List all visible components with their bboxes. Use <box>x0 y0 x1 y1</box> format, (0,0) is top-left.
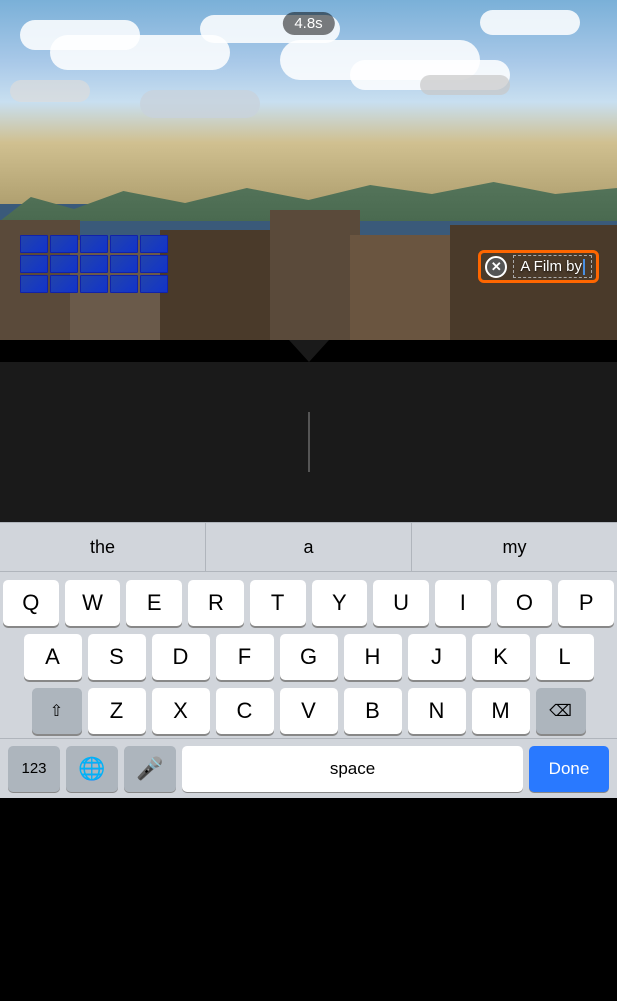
done-key[interactable]: Done <box>529 746 609 792</box>
key-s[interactable]: S <box>88 634 146 680</box>
numbers-key[interactable]: 123 <box>8 746 60 792</box>
autocomplete-my[interactable]: my <box>412 523 617 571</box>
key-c[interactable]: C <box>216 688 274 734</box>
key-w[interactable]: W <box>65 580 121 626</box>
globe-key[interactable]: 🌐 <box>66 746 118 792</box>
key-z[interactable]: Z <box>88 688 146 734</box>
mic-key[interactable]: 🎤 <box>124 746 176 792</box>
key-h[interactable]: H <box>344 634 402 680</box>
key-a[interactable]: A <box>24 634 82 680</box>
key-y[interactable]: Y <box>312 580 368 626</box>
key-g[interactable]: G <box>280 634 338 680</box>
delete-key[interactable]: ⌫ <box>536 688 586 734</box>
buildings <box>0 153 617 340</box>
key-v[interactable]: V <box>280 688 338 734</box>
text-overlay-border: ✕ A Film by <box>478 250 599 283</box>
key-f[interactable]: F <box>216 634 274 680</box>
key-p[interactable]: P <box>558 580 614 626</box>
shift-key[interactable]: ⇧ <box>32 688 82 734</box>
key-k[interactable]: K <box>472 634 530 680</box>
key-e[interactable]: E <box>126 580 182 626</box>
key-b[interactable]: B <box>344 688 402 734</box>
key-d[interactable]: D <box>152 634 210 680</box>
autocomplete-the[interactable]: the <box>0 523 206 571</box>
text-cursor <box>308 412 310 472</box>
close-icon[interactable]: ✕ <box>485 256 507 278</box>
key-x[interactable]: X <box>152 688 210 734</box>
video-preview: 4.8s ✕ A Film by <box>0 0 617 340</box>
key-m[interactable]: M <box>472 688 530 734</box>
space-key[interactable]: space <box>182 746 523 792</box>
key-u[interactable]: U <box>373 580 429 626</box>
keyboard: Q W E R T Y U I O P A S D F G H J K L ⇧ … <box>0 572 617 738</box>
autocomplete-a[interactable]: a <box>206 523 412 571</box>
key-r[interactable]: R <box>188 580 244 626</box>
key-n[interactable]: N <box>408 688 466 734</box>
key-i[interactable]: I <box>435 580 491 626</box>
key-o[interactable]: O <box>497 580 553 626</box>
autocomplete-bar: the a my <box>0 522 617 572</box>
text-input-area[interactable] <box>0 362 617 522</box>
solar-panels <box>20 235 220 295</box>
text-overlay[interactable]: ✕ A Film by <box>478 250 599 283</box>
keyboard-row-3: ⇧ Z X C V B N M ⌫ <box>3 688 614 734</box>
keyboard-row-1: Q W E R T Y U I O P <box>3 580 614 626</box>
bottom-bar: 123 🌐 🎤 space Done <box>0 738 617 798</box>
key-q[interactable]: Q <box>3 580 59 626</box>
key-l[interactable]: L <box>536 634 594 680</box>
video-pointer <box>289 340 329 362</box>
key-t[interactable]: T <box>250 580 306 626</box>
overlay-text[interactable]: A Film by <box>513 255 592 278</box>
timer-badge: 4.8s <box>282 12 334 35</box>
key-j[interactable]: J <box>408 634 466 680</box>
keyboard-row-2: A S D F G H J K L <box>3 634 614 680</box>
